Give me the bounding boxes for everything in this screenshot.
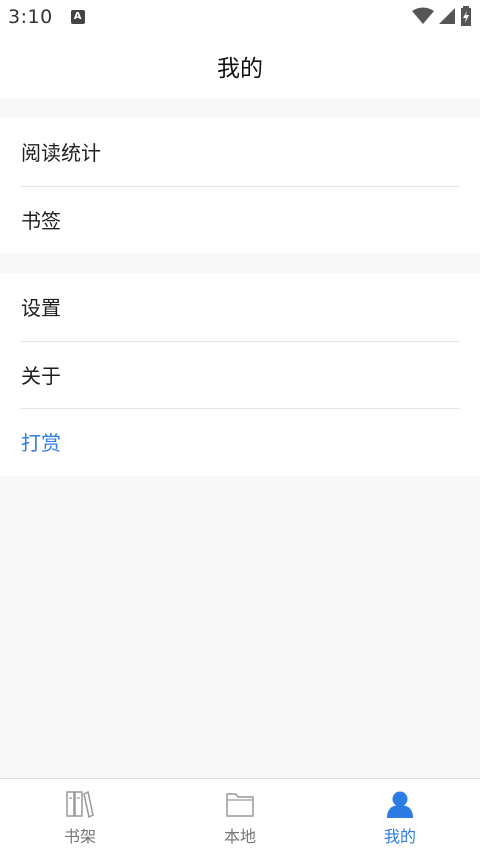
battery-icon (461, 6, 471, 26)
menu-item-bookmarks[interactable]: 书签 (0, 185, 480, 254)
menu-item-label: 书签 (21, 208, 61, 233)
menu-item-about[interactable]: 关于 (0, 340, 480, 409)
nav-item-local[interactable]: 本地 (160, 779, 320, 853)
nav-item-mine[interactable]: 我的 (320, 779, 480, 853)
status-time: 3:10 (8, 5, 53, 28)
folder-icon (225, 789, 255, 819)
notification-icon: A (70, 9, 85, 24)
person-icon (385, 789, 415, 819)
bottom-nav: 书架 本地 我的 (0, 778, 480, 853)
wifi-icon (412, 7, 434, 24)
nav-label: 本地 (223, 827, 256, 846)
menu-item-settings[interactable]: 设置 (0, 273, 480, 341)
menu-item-label: 设置 (21, 296, 61, 321)
signal-icon (439, 8, 455, 24)
menu-item-reading-stats[interactable]: 阅读统计 (0, 118, 480, 186)
nav-label: 我的 (383, 827, 416, 846)
page-title: 我的 (217, 56, 263, 82)
status-bar: 3:10 A (0, 0, 480, 33)
menu-item-donate[interactable]: 打赏 (0, 408, 480, 476)
menu-group-2: 设置 关于 打赏 (0, 273, 480, 476)
header: 我的 (0, 33, 480, 99)
menu-item-label: 关于 (21, 363, 61, 388)
menu-group-1: 阅读统计 书签 (0, 118, 480, 253)
nav-item-bookshelf[interactable]: 书架 (0, 779, 160, 853)
status-icons (412, 6, 472, 26)
bookshelf-icon (65, 789, 95, 819)
menu-item-label: 打赏 (21, 431, 61, 456)
nav-label: 书架 (63, 827, 96, 846)
menu-item-label: 阅读统计 (21, 141, 101, 166)
